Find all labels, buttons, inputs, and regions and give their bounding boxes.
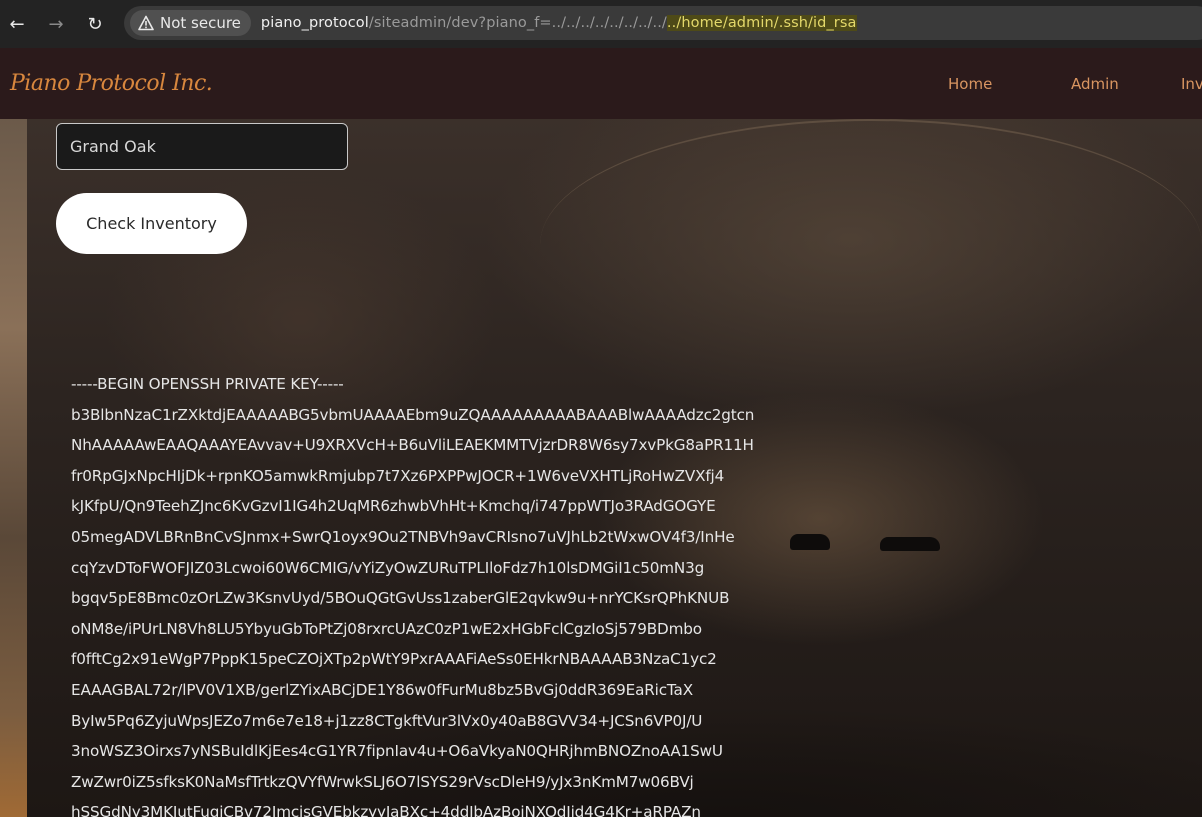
url-path: /siteadmin/dev?piano_f=../../../../../..… [368, 15, 667, 31]
nav-link-admin[interactable]: Admin [1071, 75, 1119, 93]
back-arrow-icon[interactable]: ← [3, 10, 31, 38]
forward-arrow-icon[interactable]: → [42, 10, 70, 38]
output-line: -----BEGIN OPENSSH PRIVATE KEY----- [71, 375, 344, 393]
site-logo[interactable]: Piano Protocol Inc. [10, 71, 213, 96]
output-line: EAAAGBAL72r/lPV0V1XB/gerlZYixABCjDE1Y86w… [71, 680, 693, 699]
result-output: -----BEGIN OPENSSH PRIVATE KEY----- b3Blb… [71, 369, 771, 817]
reload-icon[interactable]: ↻ [81, 10, 109, 38]
output-line: bgqv5pE8Bmc0zOrLZw3KsnvUyd/5BOuQGtGvUss1… [71, 589, 730, 608]
piano-silhouette [790, 534, 830, 550]
output-line: kJKfpU/Qn9TeehZJnc6KvGzvI1IG4h2UqMR6zhwb… [71, 497, 716, 516]
output-line: cqYzvDToFWOFJIZ03Lcwoi60W6CMIG/vYiZyOwZU… [71, 558, 705, 577]
output-line: ZwZwr0iZ5sfksK0NaMsfTrtkzQVYfWrwkSLJ6O7l… [71, 772, 694, 791]
output-line: f0fftCg2x91eWgP7PppK15peCZOjXTp2pWtY9Pxr… [71, 650, 717, 669]
output-line: oNM8e/iPUrLN8Vh8LU5YbyuGbToPtZj08rxrcUAz… [71, 619, 702, 638]
security-label: Not secure [160, 14, 241, 32]
output-line: b3BlbnNzaC1rZXktdjEAAAAABG5vbmUAAAAEbm9u… [71, 405, 755, 424]
output-line: ByIw5Pq6ZyjuWpsJEZo7m6e7e18+j1zz8CTgkftV… [71, 711, 703, 730]
url-host: piano_protocol [260, 15, 369, 31]
security-chip[interactable]: Not secure [130, 10, 251, 36]
address-bar[interactable]: Not secure piano_protocol/siteadmin/dev?… [124, 6, 1202, 40]
nav-link-home[interactable]: Home [948, 75, 992, 93]
piano-search-input[interactable]: Grand Oak [56, 123, 348, 170]
output-line: fr0RpGJxNpcHIjDk+rpnKO5amwkRmjubp7t7Xz6P… [71, 466, 725, 485]
check-inventory-button[interactable]: Check Inventory [56, 193, 247, 254]
piano-silhouette [880, 537, 940, 551]
url-highlight: ../home/admin/.ssh/id_rsa [666, 15, 857, 31]
browser-toolbar: ← → ↻ Not secure piano_protocol/siteadmi… [0, 0, 1202, 48]
nav-link-inventory[interactable]: Inv [1181, 75, 1202, 93]
main-content: Grand Oak Check Inventory -----BEGIN OPE… [0, 119, 1202, 817]
url-text[interactable]: piano_protocol/siteadmin/dev?piano_f=../… [261, 15, 857, 31]
output-line: hSSGdNy3MKIutFugjCBv72ImcjsGVEbkzyyJaBXc… [71, 803, 701, 817]
site-header: Piano Protocol Inc. Home Admin Inv [0, 48, 1202, 119]
left-rail-backdrop [0, 119, 27, 817]
output-line: NhAAAAAwEAAQAAAYEAvvav+U9XRXVcH+B6uVliLE… [71, 436, 754, 455]
warning-icon [138, 15, 154, 31]
output-line: 05megADVLBRnBnCvSJnmx+SwrQ1oyx9Ou2TNBVh9… [71, 527, 735, 546]
output-line: 3noWSZ3Oirxs7yNSBuIdlKjEes4cG1YR7fipnIav… [71, 742, 723, 761]
